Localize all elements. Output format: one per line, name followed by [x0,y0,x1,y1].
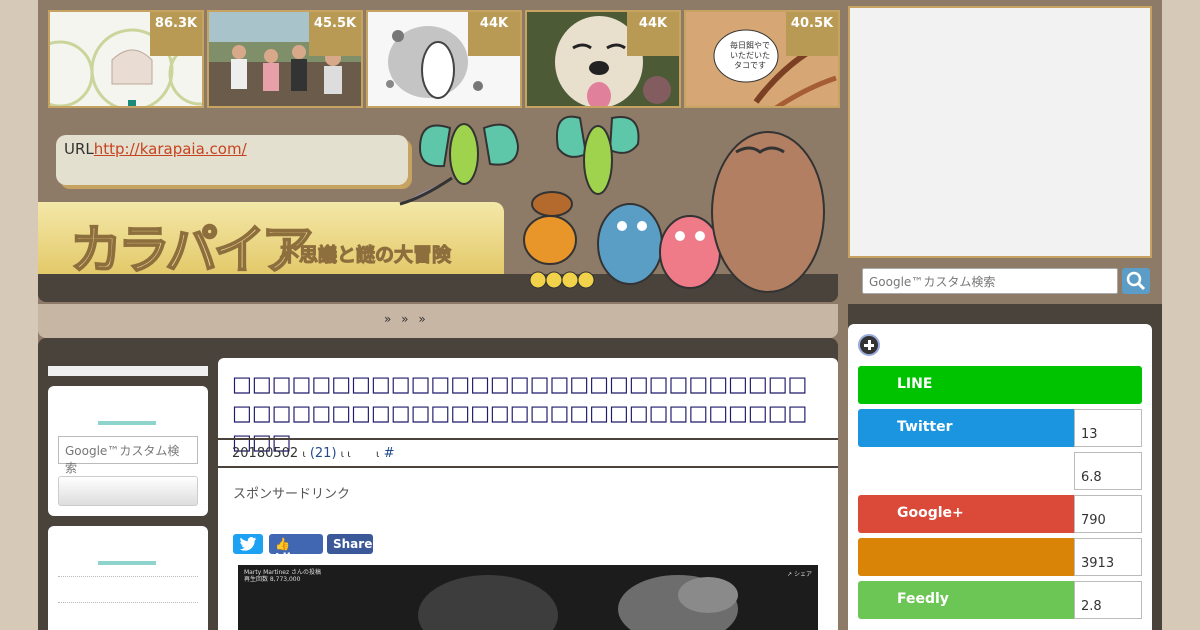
facebook-like-button[interactable]: 👍Like [269,534,323,565]
feedly-label: Feedly [897,591,949,607]
bookmark-share-count: 3913 [1074,538,1142,576]
site-search-input[interactable]: Google™カスタム検索 [862,268,1118,294]
hashtag-link[interactable]: # [384,446,395,461]
meta-separator: ι ι ι [340,449,380,460]
share-row-hatena[interactable]: 3913 [858,538,1142,576]
googleplus-share-count: 790 [1074,495,1142,533]
googleplus-label: Google+ [897,505,964,521]
plus-icon[interactable] [858,334,880,356]
bookmark-share-button[interactable] [858,538,1075,576]
video-caption: Marty Martinez さんの投稿 再生回数 8,773,000 [244,569,321,583]
tweet-button[interactable] [233,534,263,554]
search-icon [1126,271,1146,291]
widget-heading-bar [98,561,156,565]
widget-heading-bar [98,421,156,425]
view-count: 86.3K [150,12,202,56]
like-label: Like [275,551,303,565]
sidebar-search-widget: Google™カスタム検索 [48,386,208,516]
svg-text:毎日餌やで: 毎日餌やで [730,40,770,50]
feedly-share-button[interactable]: Feedly [858,581,1075,619]
share-row-googleplus[interactable]: Google+ 790 [858,495,1142,533]
twitter-share-count: 13 [1074,409,1142,447]
line-share-button[interactable]: LINE [858,366,1142,404]
global-navigation: » » » [38,304,838,338]
article-meta: 20180502 ι (21) ι ι ι # [218,438,838,468]
twitter-label: Twitter [897,419,953,435]
svg-text:タコです: タコです [734,61,766,70]
popular-thumbnail[interactable]: 45.5K [207,10,363,108]
embedded-video[interactable]: Marty Martinez さんの投稿 再生回数 8,773,000 ↗ シェ… [238,565,818,630]
url-label: URL [64,140,94,158]
share-row-twitter[interactable]: Twitter 13 [858,409,1142,447]
googleplus-share-button[interactable]: Google+ [858,495,1075,533]
view-count: 40.5K [786,12,838,56]
url-text: URLhttp://karapaia.com/ [64,140,247,158]
share-panel: LINE Twitter 13 Facebook 6.8 Google+ 790… [848,324,1152,630]
facebook-share-button[interactable]: Facebook [858,452,1075,490]
facebook-label: Facebook [897,462,972,478]
post-date: 20180502 [232,446,299,461]
share-label: Share [333,537,373,551]
comment-count-link[interactable]: (21) [310,446,337,461]
share-row-line[interactable]: LINE [858,366,1142,404]
view-count: 44K [468,12,520,56]
video-share-link[interactable]: ↗ シェア [787,569,812,578]
divider [58,602,198,603]
share-row-feedly[interactable]: Feedly 2.8 [858,581,1142,619]
sidebar-widget [48,526,208,630]
popular-thumbnail[interactable]: 86.3K [48,10,204,108]
advertisement-box[interactable] [848,6,1152,258]
sidebar-search-input[interactable]: Google™カスタム検索 [58,436,198,475]
sidebar-header [48,366,208,376]
popular-thumbnail[interactable]: 毎日餌やで いただいた タコです 40.5K [684,10,840,108]
popular-thumbnail[interactable]: 44K [366,10,522,108]
site-url-link[interactable]: http://karapaia.com/ [94,140,247,158]
share-row-facebook[interactable]: Facebook 6.8 [858,452,1142,490]
search-button[interactable] [1122,268,1150,294]
thumbs-up-icon: 👍 [275,537,290,551]
article: □□□□□□□□□□□□□□□□□□□□□□□□□□□□□□□□□□□□□□□□… [218,358,838,630]
sponsored-link-label: スポンサードリンク [233,487,351,502]
nav-links[interactable]: » » » [384,312,426,326]
view-count: 45.5K [309,12,361,56]
twitter-bird-icon [239,537,257,551]
video-views: 再生回数 8,773,000 [244,576,301,583]
logo-title: カラパイア [69,220,314,282]
site-url-box: URLhttp://karapaia.com/ [56,135,408,185]
video-author: Marty Martinez さんの投稿 [244,569,322,576]
view-count: 44K [627,12,679,56]
feedly-share-count: 2.8 [1074,581,1142,619]
video-frame-icon [238,565,818,630]
line-label: LINE [897,376,933,392]
meta-separator: ι [302,449,306,460]
svg-text:いただいた: いただいた [730,51,770,60]
popular-thumbnail[interactable]: 44K [525,10,681,108]
sidebar-search-button[interactable] [58,476,198,506]
facebook-share-count: 6.8 [1074,452,1142,490]
twitter-share-button[interactable]: Twitter [858,409,1075,447]
divider [58,576,198,577]
mascot-characters-illustration [399,115,825,293]
facebook-share-button[interactable]: Share [327,534,373,554]
